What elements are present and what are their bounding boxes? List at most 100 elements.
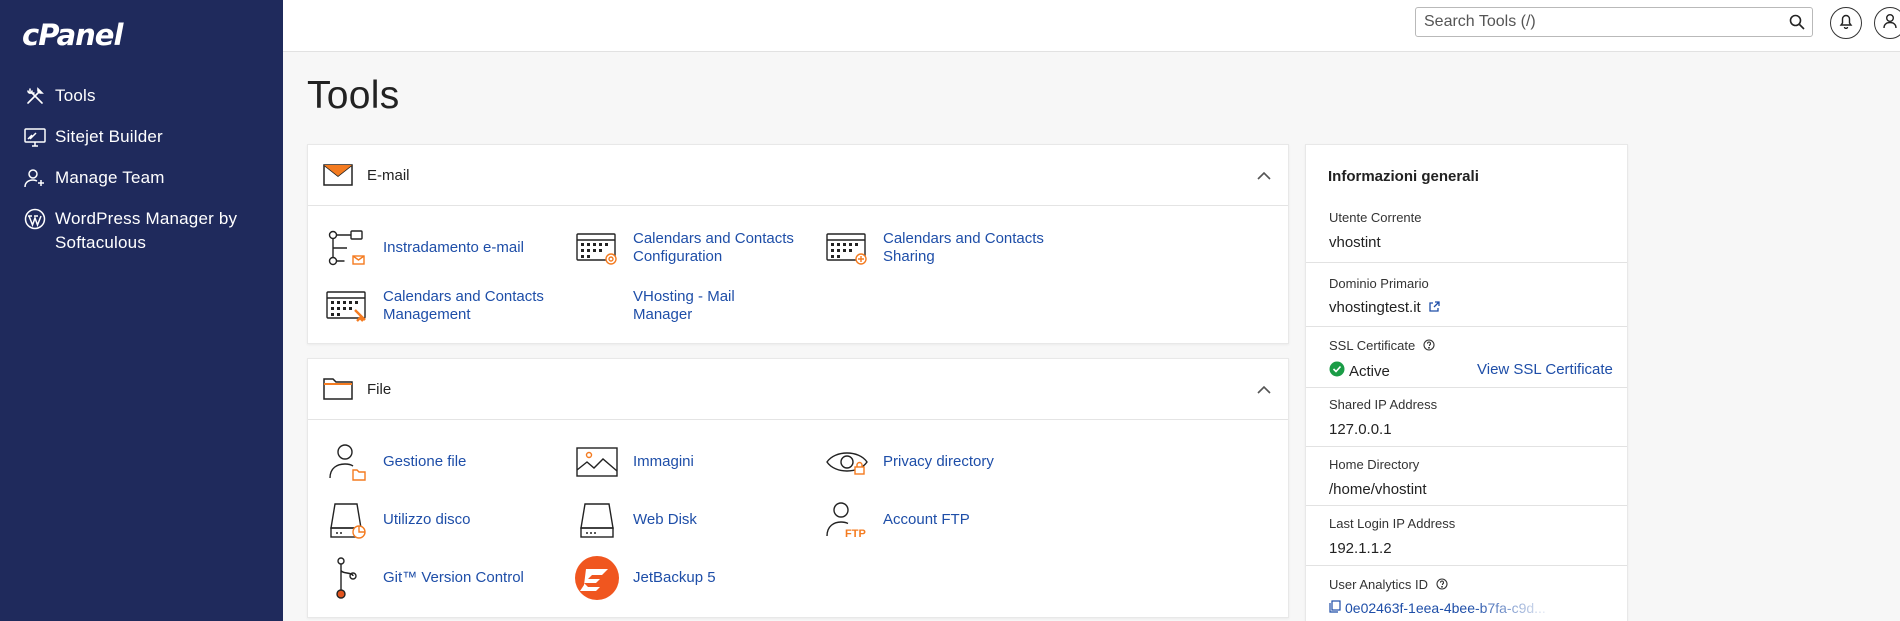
shared-ip-label: Shared IP Address xyxy=(1329,397,1438,412)
info-row-ssl: SSL Certificate Active View SSL Certific… xyxy=(1306,327,1627,388)
check-circle-icon xyxy=(1329,361,1345,381)
info-row-last-login: Last Login IP Address 192.1.1.2 xyxy=(1306,506,1627,566)
tool-label: Calendars and Contacts Management xyxy=(383,288,544,323)
folder-icon xyxy=(322,376,354,402)
top-bar xyxy=(283,0,1900,52)
tools-icon xyxy=(22,84,48,108)
tool-label: VHosting - Mail Manager xyxy=(633,288,735,323)
tool-images[interactable]: Immagini xyxy=(558,438,798,486)
git-icon xyxy=(324,556,370,600)
sidebar-item-label: WordPress Manager by Softaculous xyxy=(55,209,238,252)
vhosting-mail-icon xyxy=(574,284,620,328)
tool-label: Account FTP xyxy=(883,511,970,528)
tool-label: Instradamento e-mail xyxy=(383,239,524,256)
sidebar-item-label: Sitejet Builder xyxy=(55,127,163,146)
analytics-label-text: User Analytics ID xyxy=(1329,577,1428,592)
ssl-label-text: SSL Certificate xyxy=(1329,338,1416,353)
last-login-value: 192.1.1.2 xyxy=(1329,540,1392,557)
ftp-icon: FTP xyxy=(824,498,870,542)
section-title: E-mail xyxy=(367,167,410,184)
current-user-label: Utente Corrente xyxy=(1329,210,1422,225)
primary-domain-link[interactable]: vhostingtest.it xyxy=(1329,299,1440,317)
calendar-management-icon xyxy=(324,284,370,328)
tool-label: Immagini xyxy=(633,453,694,470)
current-user-value: vhostint xyxy=(1329,234,1381,251)
tool-ftp-accounts[interactable]: FTP Account FTP xyxy=(808,496,1048,544)
help-icon[interactable] xyxy=(1423,339,1435,354)
tool-calendars-contacts-configuration[interactable]: Calendars and Contacts Configuration xyxy=(558,224,798,272)
sidebar-item-sitejet-builder[interactable]: Sitejet Builder xyxy=(0,125,283,149)
tool-label: Calendars and Contacts Sharing xyxy=(883,230,1044,265)
bell-icon xyxy=(1839,13,1853,34)
sidebar-item-wordpress-manager[interactable]: WordPress Manager by Softaculous xyxy=(0,207,283,255)
web-disk-icon xyxy=(574,498,620,542)
page-title: Tools xyxy=(307,74,400,117)
sidebar-item-tools[interactable]: Tools xyxy=(0,84,283,108)
general-info-panel: Informazioni generali Utente Corrente vh… xyxy=(1305,144,1628,621)
external-link-icon xyxy=(1428,300,1440,317)
primary-domain-value: vhostingtest.it xyxy=(1329,299,1421,316)
section-title: File xyxy=(367,381,392,398)
cpanel-logo[interactable]: cPanel xyxy=(22,18,123,52)
info-title: Informazioni generali xyxy=(1328,168,1479,185)
home-directory-value: /home/vhostint xyxy=(1329,481,1427,498)
tool-label: Gestione file xyxy=(383,453,467,470)
analytics-id-text: 0e02463f-1eea-4bee-b7fa-c9d... xyxy=(1345,600,1546,616)
eye-icon xyxy=(824,440,870,484)
sitejet-icon xyxy=(22,125,48,149)
chevron-up-icon[interactable] xyxy=(1256,169,1272,181)
tool-file-manager[interactable]: Gestione file xyxy=(308,438,548,486)
view-ssl-certificate-link[interactable]: View SSL Certificate xyxy=(1477,361,1613,378)
wordpress-icon xyxy=(22,207,48,231)
envelope-icon xyxy=(322,162,354,188)
ssl-status: Active xyxy=(1329,361,1390,381)
tool-label: Privacy directory xyxy=(883,453,994,470)
analytics-value[interactable]: 0e02463f-1eea-4bee-b7fa-c9d... xyxy=(1329,600,1555,616)
user-menu-button[interactable] xyxy=(1874,7,1900,39)
tool-disk-usage[interactable]: Utilizzo disco xyxy=(308,496,548,544)
calendar-sharing-icon xyxy=(824,226,870,270)
tool-email-routing[interactable]: Instradamento e-mail xyxy=(308,224,548,272)
email-routing-icon xyxy=(324,226,370,270)
manage-team-icon xyxy=(22,166,48,190)
calendar-config-icon xyxy=(574,226,620,270)
tool-web-disk[interactable]: Web Disk xyxy=(558,496,798,544)
file-manager-icon xyxy=(324,440,370,484)
tool-git-version-control[interactable]: Git™ Version Control xyxy=(308,554,548,602)
analytics-label: User Analytics ID xyxy=(1329,577,1448,593)
tool-vhosting-mail-manager[interactable]: VHosting - Mail Manager xyxy=(558,282,798,330)
help-icon[interactable] xyxy=(1436,578,1448,593)
sidebar: cPanel Tools Sitejet Builder Manage Team… xyxy=(0,0,283,621)
ssl-label: SSL Certificate xyxy=(1329,338,1435,354)
sidebar-item-manage-team[interactable]: Manage Team xyxy=(0,166,283,190)
home-directory-label: Home Directory xyxy=(1329,457,1420,472)
sidebar-item-label: Tools xyxy=(55,86,96,105)
disk-usage-icon xyxy=(324,498,370,542)
info-row-current-user: Utente Corrente vhostint xyxy=(1306,197,1627,263)
ssl-status-text: Active xyxy=(1349,362,1390,380)
file-section: File Gestione file Immagini Privacy dire… xyxy=(307,358,1289,618)
tool-jetbackup[interactable]: JetBackup 5 xyxy=(558,554,798,602)
search-input[interactable] xyxy=(1416,9,1782,35)
chevron-up-icon[interactable] xyxy=(1256,383,1272,395)
sidebar-item-label: Manage Team xyxy=(55,168,165,187)
info-row-shared-ip: Shared IP Address 127.0.0.1 xyxy=(1306,388,1627,447)
tool-label: Git™ Version Control xyxy=(383,569,524,586)
tool-label: Web Disk xyxy=(633,511,697,528)
search-box xyxy=(1415,7,1813,37)
svg-text:FTP: FTP xyxy=(845,528,866,540)
user-icon xyxy=(1883,13,1897,34)
tool-calendars-contacts-sharing[interactable]: Calendars and Contacts Sharing xyxy=(808,224,1048,272)
tool-label: JetBackup 5 xyxy=(633,569,716,586)
tool-privacy-directory[interactable]: Privacy directory xyxy=(808,438,1048,486)
last-login-label: Last Login IP Address xyxy=(1329,516,1456,531)
section-header[interactable]: E-mail xyxy=(308,145,1288,206)
info-row-analytics-id: User Analytics ID 0e02463f-1eea-4bee-b7f… xyxy=(1306,566,1627,621)
section-header[interactable]: File xyxy=(308,359,1288,420)
info-row-home-directory: Home Directory /home/vhostint xyxy=(1306,447,1627,506)
copy-icon[interactable] xyxy=(1329,600,1341,616)
search-icon[interactable] xyxy=(1782,8,1812,36)
notifications-button[interactable] xyxy=(1830,7,1862,39)
shared-ip-value: 127.0.0.1 xyxy=(1329,421,1392,438)
tool-calendars-contacts-management[interactable]: Calendars and Contacts Management xyxy=(308,282,548,330)
